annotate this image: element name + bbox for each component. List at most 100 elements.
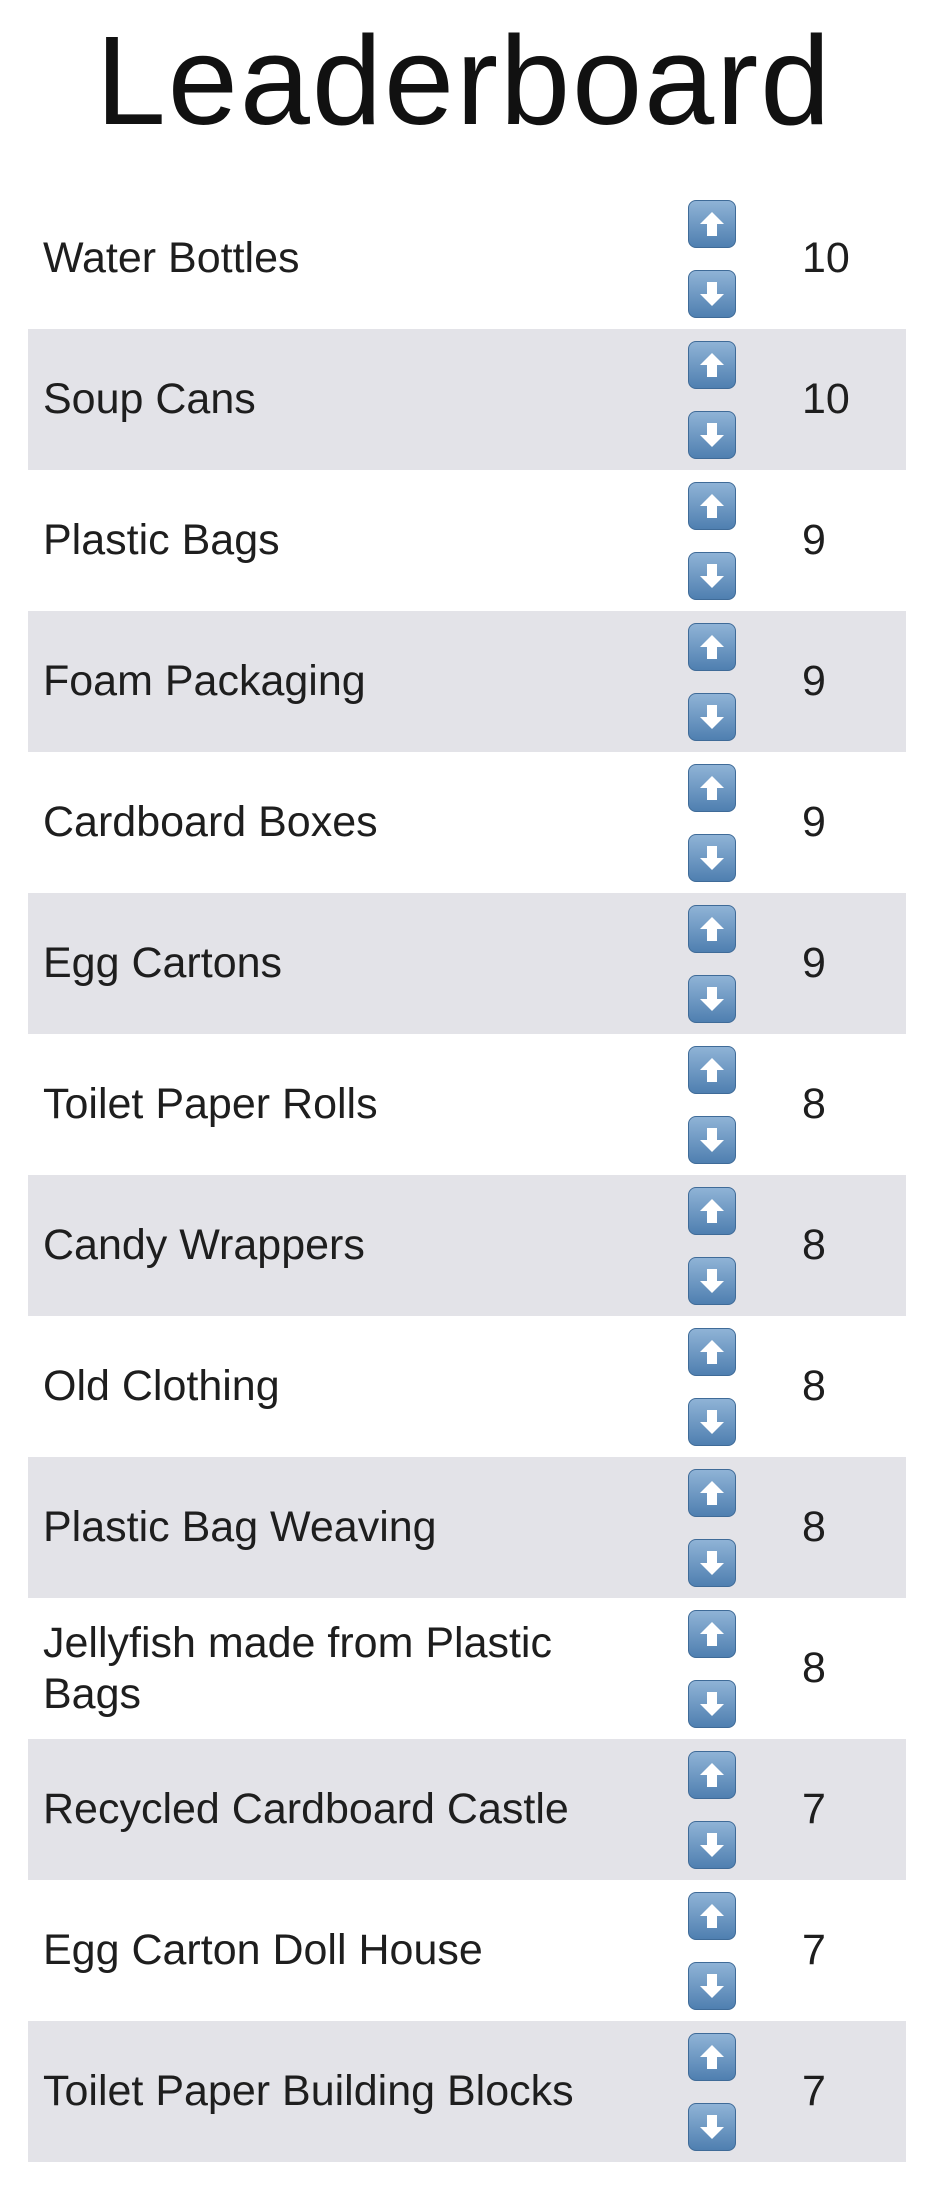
upvote-button[interactable] (688, 2033, 736, 2081)
item-score: 8 (802, 1221, 826, 1269)
item-score: 7 (802, 2067, 826, 2115)
upvote-button[interactable] (688, 1469, 736, 1517)
vote-controls (688, 1187, 736, 1305)
list-item: Cardboard Boxes 9 (28, 752, 906, 893)
vote-controls (688, 1469, 736, 1587)
downvote-button[interactable] (688, 1821, 736, 1869)
downvote-button[interactable] (688, 552, 736, 600)
vote-controls (688, 341, 736, 459)
item-name: Jellyfish made from Plastic Bags (43, 1618, 552, 1718)
list-item: Plastic Bags 9 (28, 470, 906, 611)
downvote-arrow-icon (697, 1125, 727, 1155)
list-item: Egg Carton Doll House 7 (28, 1880, 906, 2021)
upvote-arrow-icon (697, 1196, 727, 1226)
upvote-button[interactable] (688, 200, 736, 248)
downvote-arrow-icon (697, 1407, 727, 1437)
page-title: Leaderboard (95, 10, 833, 151)
upvote-button[interactable] (688, 905, 736, 953)
upvote-arrow-icon (697, 2042, 727, 2072)
upvote-arrow-icon (697, 1760, 727, 1790)
upvote-button[interactable] (688, 482, 736, 530)
upvote-button[interactable] (688, 764, 736, 812)
downvote-button[interactable] (688, 270, 736, 318)
item-score: 9 (802, 798, 826, 846)
list-item: Water Bottles 10 (28, 188, 906, 329)
item-score: 10 (802, 375, 850, 423)
downvote-arrow-icon (697, 1689, 727, 1719)
downvote-button[interactable] (688, 1116, 736, 1164)
vote-controls (688, 1751, 736, 1869)
upvote-button[interactable] (688, 623, 736, 671)
downvote-arrow-icon (697, 984, 727, 1014)
downvote-button[interactable] (688, 1539, 736, 1587)
item-score: 10 (802, 234, 850, 282)
downvote-arrow-icon (697, 1266, 727, 1296)
upvote-arrow-icon (697, 1478, 727, 1508)
item-score: 9 (802, 939, 826, 987)
downvote-arrow-icon (697, 702, 727, 732)
item-score: 8 (802, 1080, 826, 1128)
downvote-button[interactable] (688, 1257, 736, 1305)
downvote-button[interactable] (688, 975, 736, 1023)
list-item: Old Clothing 8 (28, 1316, 906, 1457)
list-item: Recycled Cardboard Castle 7 (28, 1739, 906, 1880)
downvote-button[interactable] (688, 693, 736, 741)
list-item: Egg Cartons 9 (28, 893, 906, 1034)
upvote-arrow-icon (697, 773, 727, 803)
downvote-button[interactable] (688, 2103, 736, 2151)
upvote-arrow-icon (697, 914, 727, 944)
upvote-arrow-icon (697, 1619, 727, 1649)
item-name: Egg Cartons (43, 939, 283, 987)
upvote-arrow-icon (697, 491, 727, 521)
upvote-button[interactable] (688, 1751, 736, 1799)
downvote-button[interactable] (688, 1680, 736, 1728)
vote-controls (688, 1328, 736, 1446)
upvote-button[interactable] (688, 1328, 736, 1376)
list-item: Soup Cans 10 (28, 329, 906, 470)
vote-controls (688, 905, 736, 1023)
item-name: Soup Cans (43, 375, 256, 423)
downvote-button[interactable] (688, 1398, 736, 1446)
vote-controls (688, 1892, 736, 2010)
upvote-button[interactable] (688, 1892, 736, 1940)
downvote-arrow-icon (697, 843, 727, 873)
item-score: 7 (802, 1785, 826, 1833)
vote-controls (688, 200, 736, 318)
list-item: Candy Wrappers 8 (28, 1175, 906, 1316)
list-item: Jellyfish made from Plastic Bags 8 (28, 1598, 906, 1739)
item-score: 8 (802, 1644, 826, 1692)
item-name: Foam Packaging (43, 657, 366, 705)
downvote-arrow-icon (697, 561, 727, 591)
downvote-button[interactable] (688, 411, 736, 459)
upvote-arrow-icon (697, 1337, 727, 1367)
vote-controls (688, 482, 736, 600)
vote-controls (688, 2033, 736, 2151)
downvote-arrow-icon (697, 1548, 727, 1578)
downvote-arrow-icon (697, 420, 727, 450)
item-name: Old Clothing (43, 1362, 280, 1410)
vote-controls (688, 764, 736, 882)
vote-controls (688, 1046, 736, 1164)
item-name: Candy Wrappers (43, 1221, 365, 1269)
list-item: Toilet Paper Building Blocks 7 (28, 2021, 906, 2162)
item-score: 8 (802, 1503, 826, 1551)
item-name: Toilet Paper Building Blocks (43, 2067, 574, 2115)
upvote-arrow-icon (697, 1901, 727, 1931)
item-name: Recycled Cardboard Castle (43, 1785, 569, 1833)
upvote-button[interactable] (688, 341, 736, 389)
vote-controls (688, 623, 736, 741)
upvote-arrow-icon (697, 1055, 727, 1085)
item-score: 9 (802, 516, 826, 564)
downvote-arrow-icon (697, 2112, 727, 2142)
downvote-button[interactable] (688, 1962, 736, 2010)
item-name: Plastic Bag Weaving (43, 1503, 437, 1551)
downvote-button[interactable] (688, 834, 736, 882)
item-name: Plastic Bags (43, 516, 280, 564)
upvote-button[interactable] (688, 1187, 736, 1235)
downvote-arrow-icon (697, 279, 727, 309)
upvote-arrow-icon (697, 632, 727, 662)
upvote-button[interactable] (688, 1046, 736, 1094)
item-name: Toilet Paper Rolls (43, 1080, 378, 1128)
upvote-arrow-icon (697, 209, 727, 239)
upvote-button[interactable] (688, 1610, 736, 1658)
